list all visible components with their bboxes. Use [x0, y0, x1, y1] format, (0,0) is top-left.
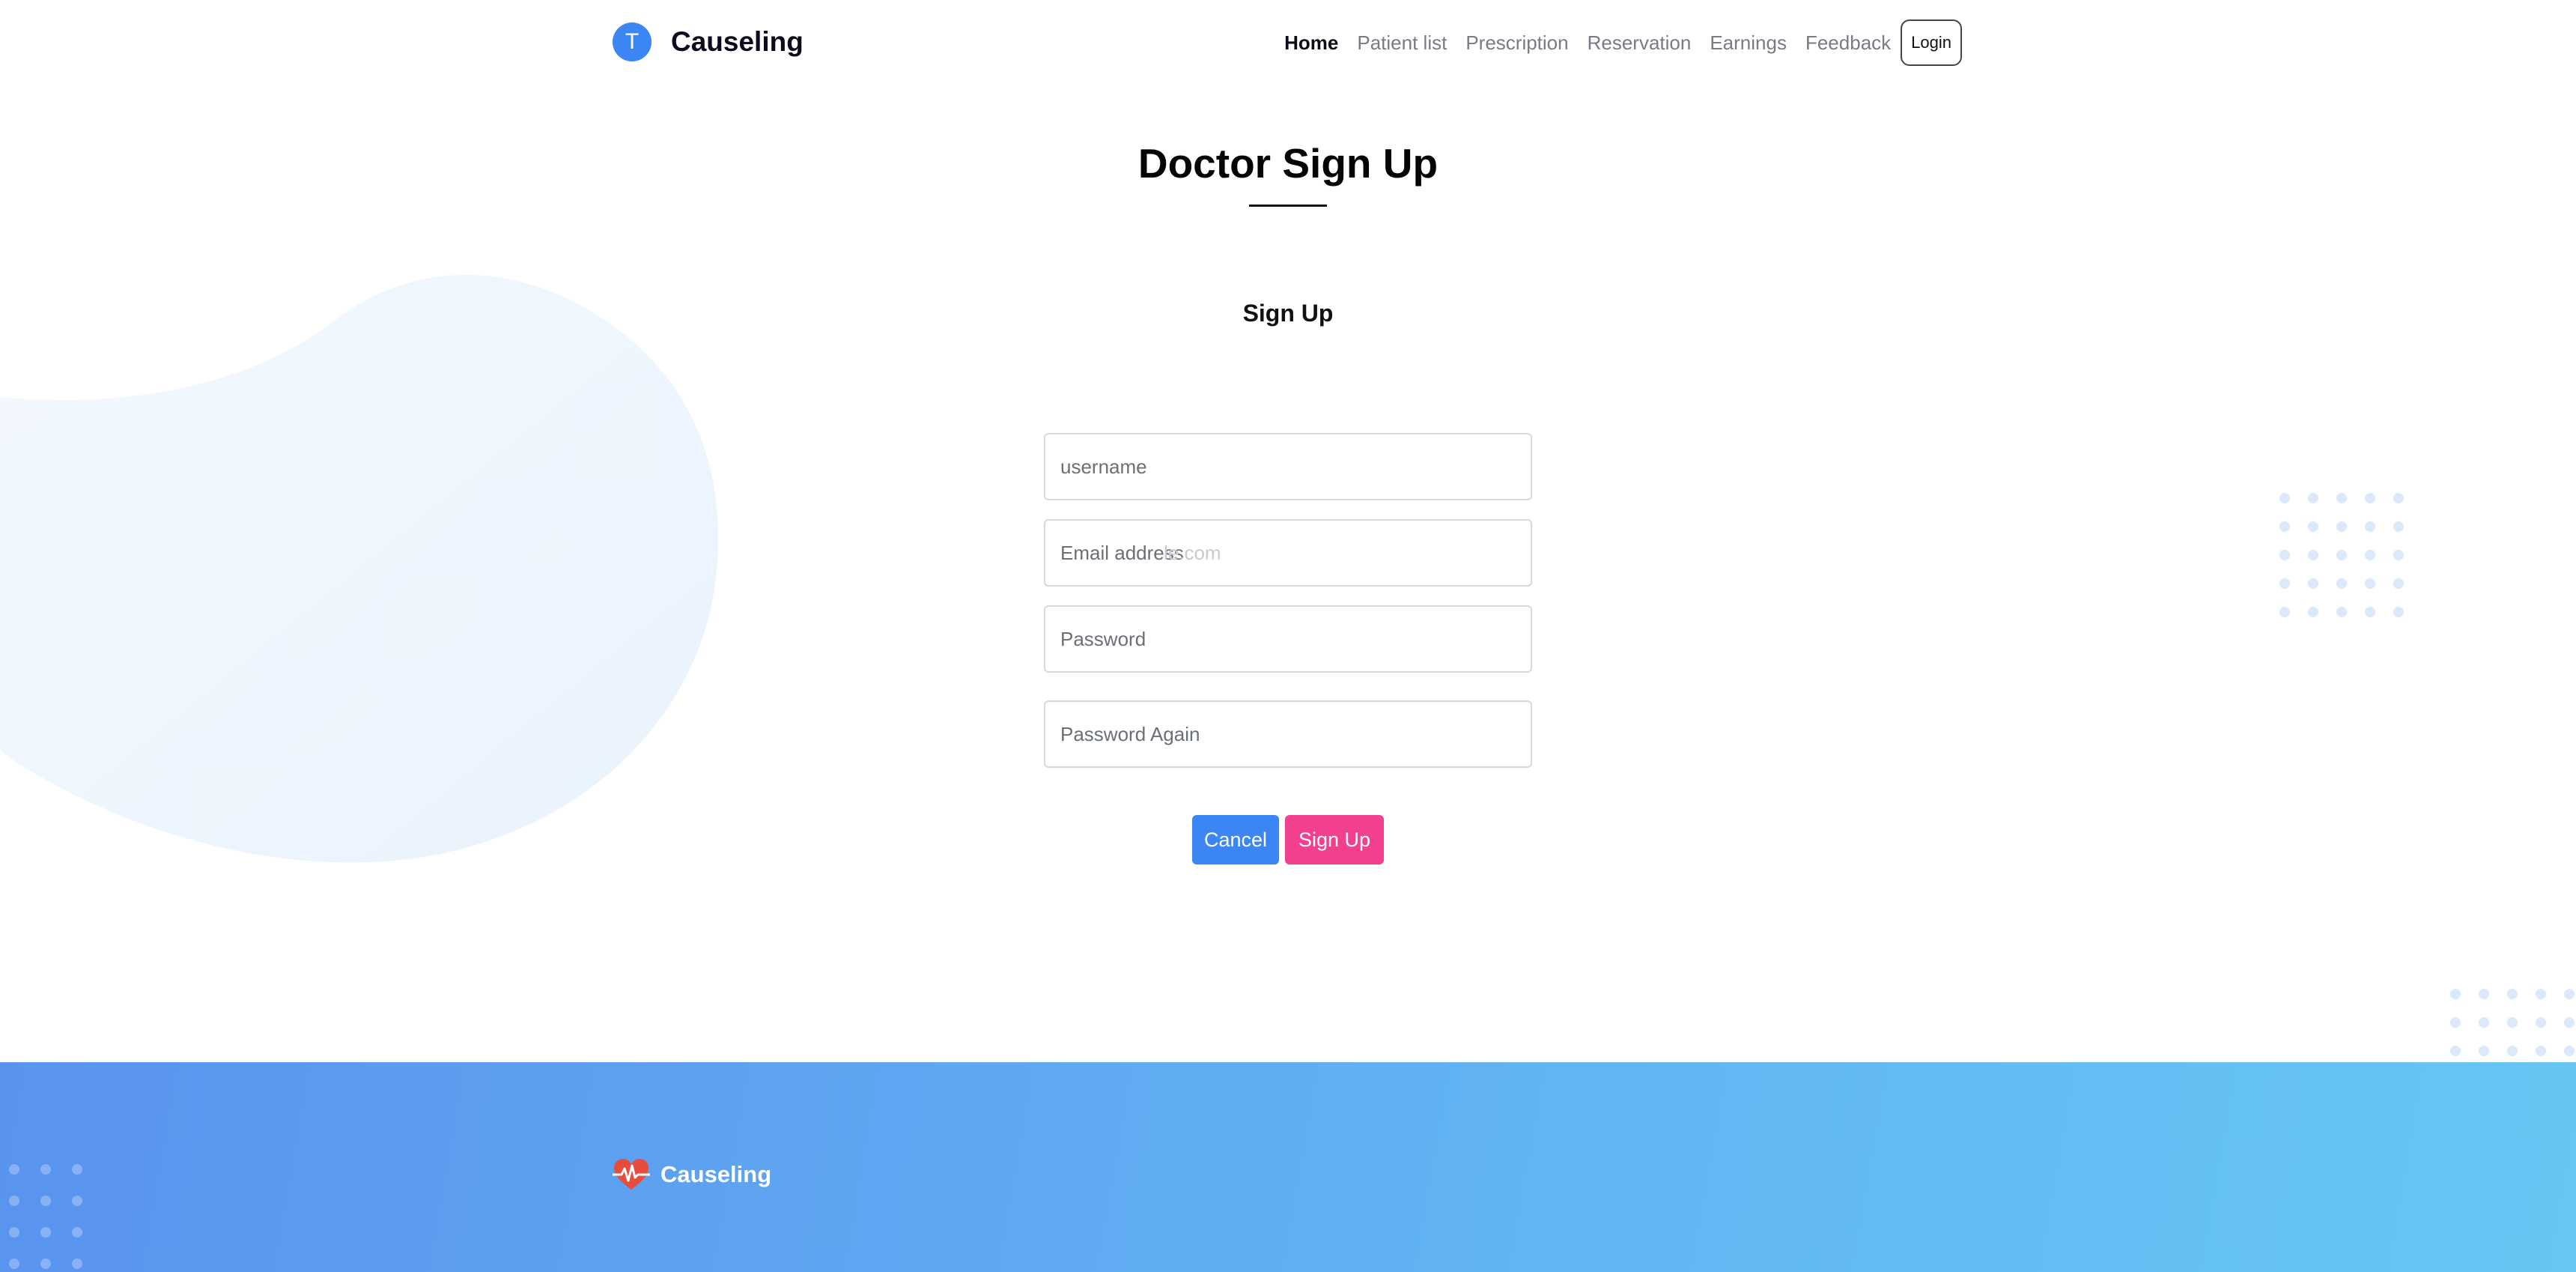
decor-dot	[2279, 578, 2290, 589]
decor-dot	[2336, 493, 2347, 503]
decor-dot	[2393, 607, 2404, 617]
brand[interactable]: T Causeling	[613, 22, 804, 61]
decor-dot	[2279, 550, 2290, 560]
nav-reservation[interactable]: Reservation	[1588, 31, 1692, 55]
decor-dot	[2507, 989, 2518, 999]
decor-dot	[2393, 521, 2404, 532]
decor-dot	[2365, 550, 2375, 560]
decor-dot	[2564, 1017, 2575, 1028]
decor-dot	[72, 1164, 82, 1175]
decor-dot	[2365, 521, 2375, 532]
decor-dot	[2279, 493, 2290, 503]
decor-dot	[2450, 1017, 2461, 1028]
decor-dot	[2336, 521, 2347, 532]
username-input[interactable]	[1045, 434, 1531, 499]
decor-dot	[2536, 1046, 2546, 1056]
decor-dot	[2308, 521, 2318, 532]
decor-dot	[9, 1259, 19, 1269]
nav-feedback[interactable]: Feedback	[1805, 31, 1891, 55]
cancel-button[interactable]: Cancel	[1192, 815, 1279, 864]
main-nav: Home Patient list Prescription Reservati…	[1266, 18, 1962, 67]
decor-dot	[2336, 550, 2347, 560]
decor-dot	[2336, 607, 2347, 617]
decor-dot	[2564, 1046, 2575, 1056]
footer: Causeling	[0, 1062, 2576, 1272]
form-subtitle: Sign Up	[1242, 300, 1334, 327]
decor-dot	[2308, 550, 2318, 560]
decor-dot	[2365, 578, 2375, 589]
footer-brand-name: Causeling	[660, 1161, 772, 1187]
decor-dot	[72, 1259, 82, 1269]
decor-dot	[2393, 550, 2404, 560]
decor-dot	[2507, 1046, 2518, 1056]
decor-dot	[2479, 1046, 2489, 1056]
decor-dot	[2536, 1017, 2546, 1028]
decor-dot	[40, 1227, 51, 1238]
background-blob	[0, 274, 718, 863]
decor-dot	[9, 1196, 19, 1206]
title-divider	[1249, 205, 1327, 207]
login-button[interactable]: Login	[1901, 19, 1962, 66]
top-navbar: T Causeling Home Patient list Prescripti…	[613, 18, 1962, 67]
decor-dot	[2450, 989, 2461, 999]
nav-earnings[interactable]: Earnings	[1710, 31, 1787, 55]
decor-dot	[2507, 1017, 2518, 1028]
decor-dot	[2450, 1046, 2461, 1056]
logo-icon: T	[613, 22, 651, 61]
email-field: le.com	[1044, 519, 1532, 587]
decor-dot	[9, 1164, 19, 1175]
username-field	[1044, 433, 1532, 500]
decor-dot	[2479, 989, 2489, 999]
decor-dot	[2393, 493, 2404, 503]
decor-dot	[2479, 1017, 2489, 1028]
decor-dot	[2365, 493, 2375, 503]
brand-name: Causeling	[671, 26, 804, 57]
nav-home[interactable]: Home	[1284, 31, 1338, 55]
decor-dot	[2564, 989, 2575, 999]
decor-dot	[40, 1259, 51, 1269]
page: T Causeling Home Patient list Prescripti…	[0, 0, 2576, 1272]
email-input[interactable]	[1045, 521, 1531, 585]
decor-dot	[2279, 607, 2290, 617]
decor-dot	[2279, 521, 2290, 532]
decor-dot	[2393, 578, 2404, 589]
footer-brand[interactable]: Causeling	[613, 1158, 771, 1191]
decor-dot	[2536, 989, 2546, 999]
sign-up-button[interactable]: Sign Up	[1285, 815, 1384, 864]
password-field	[1044, 605, 1532, 673]
nav-patient-list[interactable]: Patient list	[1357, 31, 1447, 55]
nav-prescription[interactable]: Prescription	[1465, 31, 1568, 55]
decor-dot	[2336, 578, 2347, 589]
page-title: Doctor Sign Up	[1137, 140, 1439, 187]
decor-dot	[72, 1227, 82, 1238]
decor-dot	[40, 1196, 51, 1206]
decor-dot	[40, 1164, 51, 1175]
decor-dot	[9, 1227, 19, 1238]
decor-dot	[2308, 493, 2318, 503]
decor-dot	[2308, 578, 2318, 589]
heart-pulse-icon	[613, 1159, 650, 1190]
decor-dot	[72, 1196, 82, 1206]
decor-dot	[2308, 607, 2318, 617]
password-input[interactable]	[1045, 607, 1531, 671]
password-again-field	[1044, 700, 1532, 768]
decor-dot	[2365, 607, 2375, 617]
password-again-input[interactable]	[1045, 702, 1531, 766]
